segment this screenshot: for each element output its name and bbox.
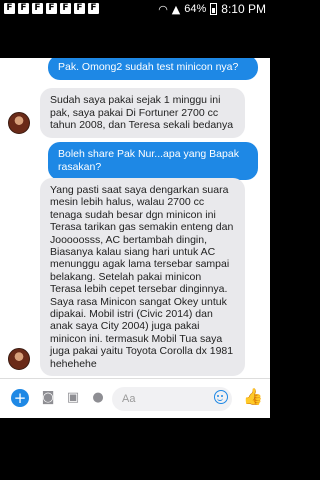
contact-avatar[interactable] xyxy=(8,348,30,370)
status-bar: F F F F F F F ◠ ▲ 64% 8:10 PM xyxy=(0,0,270,20)
like-icon[interactable]: 👍 xyxy=(243,387,263,407)
wifi-icon: ◠ xyxy=(158,2,168,16)
contact-avatar[interactable] xyxy=(8,112,30,134)
microphone-icon[interactable]: ● xyxy=(89,389,107,407)
notification-icons: F F F F F F F xyxy=(4,3,99,14)
message-composer: + ◙ ▣ ● 👍 xyxy=(0,378,270,418)
camera-icon[interactable]: ◙ xyxy=(39,389,57,407)
facebook-icon: F xyxy=(60,3,71,14)
battery-icon xyxy=(210,3,218,15)
gallery-icon[interactable]: ▣ xyxy=(64,389,82,407)
incoming-message[interactable]: Sudah saya pakai sejak 1 minggu ini pak,… xyxy=(40,88,245,138)
facebook-icon: F xyxy=(32,3,43,14)
plus-icon[interactable]: + xyxy=(11,389,29,407)
signal-icon: ▲ xyxy=(171,2,181,16)
conversation[interactable]: Pak. Omong2 sudah test minicon nya? Suda… xyxy=(0,58,270,378)
clock: 8:10 PM xyxy=(221,2,266,16)
facebook-icon: F xyxy=(18,3,29,14)
facebook-icon: F xyxy=(88,3,99,14)
facebook-icon: F xyxy=(4,3,15,14)
emoji-icon[interactable] xyxy=(214,390,228,404)
incoming-message[interactable]: Yang pasti saat saya dengarkan suara mes… xyxy=(40,178,245,377)
facebook-icon: F xyxy=(46,3,57,14)
battery-percent: 64% xyxy=(184,3,207,15)
outgoing-message[interactable]: Boleh share Pak Nur...apa yang Bapak ras… xyxy=(48,142,258,180)
outgoing-message[interactable]: Pak. Omong2 sudah test minicon nya? xyxy=(48,58,258,80)
facebook-icon: F xyxy=(74,3,85,14)
